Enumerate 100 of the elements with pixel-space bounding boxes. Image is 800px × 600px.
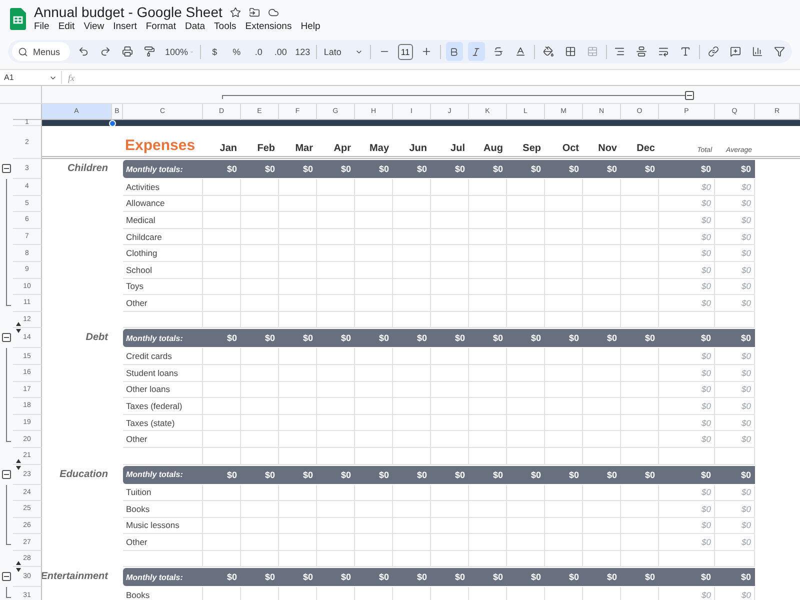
table-cell	[545, 245, 583, 262]
table-cell	[431, 278, 469, 296]
star-icon[interactable]	[230, 6, 242, 18]
decrease-decimal-button[interactable]: .0	[250, 42, 268, 61]
table-cell	[241, 212, 279, 229]
paint-roller-icon[interactable]	[144, 46, 156, 57]
document-title[interactable]: Annual budget - Google Sheet	[34, 4, 222, 20]
strikethrough-icon[interactable]	[492, 46, 504, 57]
table-cell	[241, 295, 279, 312]
row-average: $0	[715, 398, 755, 415]
table-cell	[279, 518, 317, 534]
italic-icon[interactable]	[471, 46, 482, 56]
move-folder-icon[interactable]	[249, 6, 260, 18]
table-cell	[241, 364, 279, 382]
month-total: $0	[492, 470, 504, 480]
table-cell	[355, 295, 393, 312]
plus-icon[interactable]	[421, 46, 432, 57]
expense-label: Books	[123, 501, 203, 518]
table-cell	[355, 382, 393, 398]
filter-icon[interactable]	[774, 46, 785, 57]
text-color-icon[interactable]	[514, 46, 526, 57]
printer-icon[interactable]	[122, 46, 134, 57]
number-format-button[interactable]: 123	[294, 42, 312, 61]
align-icon[interactable]	[614, 46, 626, 57]
table-cell	[393, 228, 431, 246]
collapse-group-icon[interactable]	[2, 164, 11, 173]
menu-item[interactable]: Insert	[113, 21, 137, 32]
table-cell	[393, 398, 431, 415]
month-total: $0	[302, 470, 314, 480]
chart-icon[interactable]	[752, 46, 763, 57]
month-total: $0	[416, 333, 428, 344]
borders-icon[interactable]	[564, 46, 576, 57]
table-cell	[507, 278, 545, 296]
table-cell	[469, 431, 507, 448]
month-total: $0	[644, 470, 656, 480]
table-cell	[393, 278, 431, 296]
increase-decimal-button[interactable]: .00	[272, 42, 290, 61]
menu-item[interactable]: View	[84, 21, 104, 32]
table-cell	[583, 414, 621, 432]
sheets-logo-icon[interactable]	[10, 8, 26, 30]
monthly-totals-label: Monthly totals:	[125, 470, 184, 479]
name-box[interactable]: A1	[0, 71, 62, 84]
menu-item[interactable]: Data	[184, 21, 206, 32]
collapse-group-icon[interactable]	[2, 333, 11, 342]
wrap-icon[interactable]	[658, 46, 670, 57]
expense-label: Allowance	[123, 196, 203, 212]
menu-item[interactable]: Edit	[58, 21, 75, 32]
font-size-field[interactable]: 11	[398, 44, 413, 60]
menu-item[interactable]: Format	[146, 21, 176, 32]
column-group-bracket-icon[interactable]	[222, 91, 694, 100]
percent-button[interactable]: %	[228, 42, 246, 61]
menu-item[interactable]: Tools	[214, 21, 236, 32]
table-cell	[393, 364, 431, 382]
search-field[interactable]: Menus	[12, 42, 70, 61]
table-cell	[545, 382, 583, 398]
vertical-align-icon[interactable]	[636, 46, 648, 57]
table-cell	[469, 245, 507, 262]
bold-button[interactable]	[446, 42, 463, 61]
font-dropdown[interactable]: Lato	[322, 42, 365, 61]
month-total: $0	[530, 333, 542, 344]
text-rotate-icon[interactable]	[680, 46, 692, 57]
selection-handle-icon[interactable]	[109, 120, 116, 127]
table-cell	[203, 295, 241, 312]
collapse-group-icon[interactable]	[2, 572, 11, 582]
month-total: $0	[606, 572, 618, 582]
table-cell	[317, 228, 355, 246]
italic-button[interactable]	[468, 42, 485, 61]
table-cell	[583, 534, 621, 551]
table-cell	[241, 398, 279, 415]
cloud-icon[interactable]	[268, 6, 280, 18]
comment-icon[interactable]	[730, 46, 741, 57]
bold-icon[interactable]	[449, 46, 460, 56]
row-total: $0	[659, 262, 715, 279]
link-icon[interactable]	[708, 46, 719, 57]
table-cell	[469, 398, 507, 415]
zoom-dropdown[interactable]: 100%	[163, 42, 196, 61]
table-cell	[279, 382, 317, 398]
redo-icon[interactable]	[100, 46, 112, 57]
average-total: $0	[740, 572, 752, 582]
menu-item[interactable]: Help	[300, 21, 320, 32]
menu-item[interactable]: Extensions	[245, 21, 292, 32]
group-bracket	[6, 587, 11, 598]
month-total: $0	[644, 164, 656, 174]
collapse-group-icon[interactable]	[2, 470, 11, 478]
table-cell	[621, 431, 659, 448]
month-total: $0	[454, 470, 466, 480]
paint-bucket-icon[interactable]	[542, 46, 554, 57]
table-cell	[203, 414, 241, 432]
menu-item[interactable]: File	[34, 21, 50, 32]
search-icon[interactable]	[18, 46, 28, 56]
average-total: $0	[740, 333, 752, 344]
grand-total: $0	[700, 572, 712, 582]
month-total: $0	[378, 572, 390, 582]
currency-button[interactable]: $	[206, 42, 224, 61]
table-cell	[203, 518, 241, 534]
undo-icon[interactable]	[78, 46, 90, 57]
table-cell	[583, 212, 621, 229]
month-header: Apr	[332, 143, 352, 156]
month-total: $0	[454, 572, 466, 582]
row-total: $0	[659, 431, 715, 448]
